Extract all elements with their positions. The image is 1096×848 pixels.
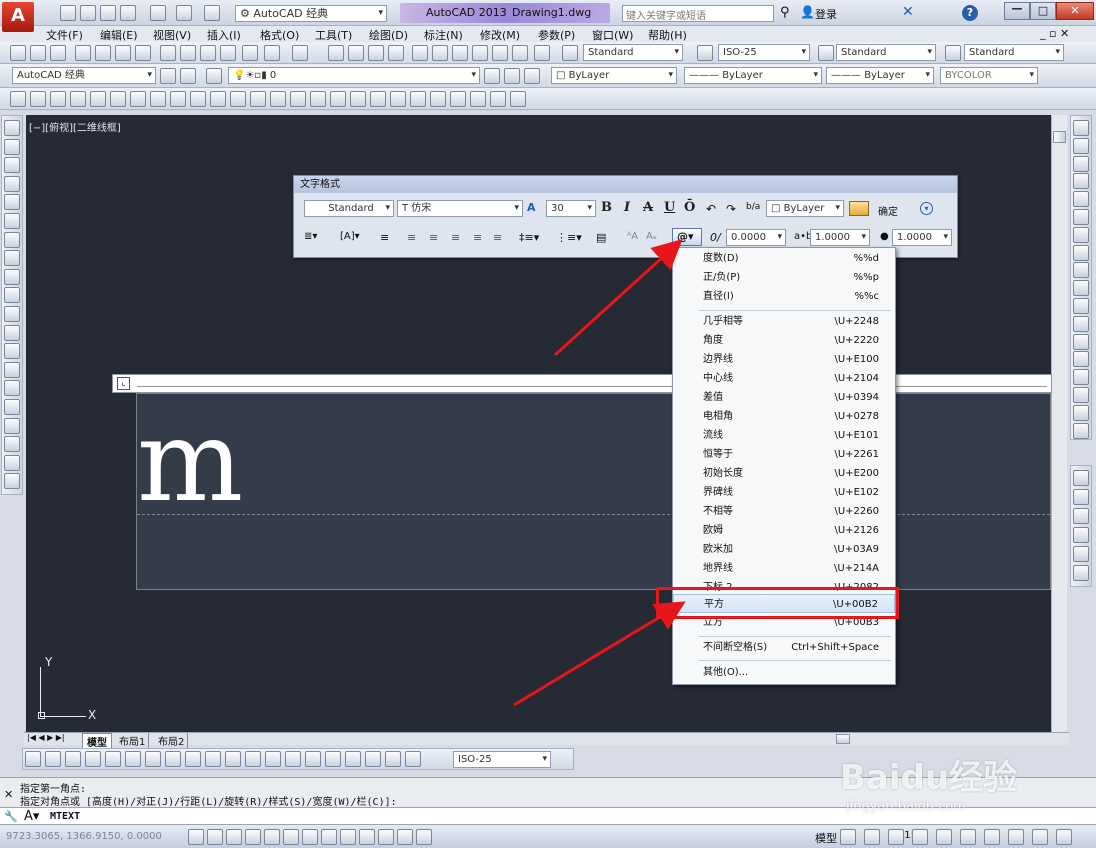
baseline-icon[interactable] [205, 751, 221, 767]
tolerance-icon[interactable] [285, 751, 301, 767]
selection-cycling-icon[interactable] [416, 829, 432, 845]
continue-icon[interactable] [225, 751, 241, 767]
ortho-icon[interactable] [226, 829, 242, 845]
quick-props-icon[interactable] [397, 829, 413, 845]
dyn-icon[interactable] [340, 829, 356, 845]
jogged-icon[interactable] [125, 751, 141, 767]
dim-edit-icon[interactable] [365, 751, 381, 767]
tab-layout1[interactable]: 布局1 [116, 733, 150, 748]
angular-icon[interactable] [165, 751, 181, 767]
3dosnap-icon[interactable] [283, 829, 299, 845]
baidu-watermark: Baidu经验 jingyan.baidu.com [840, 750, 1080, 820]
annotation-visibility-icon[interactable] [912, 829, 928, 845]
watermark-logo-text: Baidu经验 [840, 758, 1018, 798]
transparency-icon[interactable] [378, 829, 394, 845]
ordinate-icon[interactable] [85, 751, 101, 767]
jogged-linear-icon[interactable] [345, 751, 361, 767]
lineweight-icon[interactable] [359, 829, 375, 845]
isolate-icon[interactable] [1008, 829, 1024, 845]
polar-icon[interactable] [245, 829, 261, 845]
hardware-accel-icon[interactable] [1032, 829, 1048, 845]
tab-nav-arrows[interactable]: |◀ ◀ ▶ ▶| [27, 733, 65, 742]
tab-layout2[interactable]: 布局2 [155, 733, 189, 748]
lock-ui-icon[interactable] [984, 829, 1000, 845]
command-line-2: 指定对角点或 [高度(H)/对正(J)/行距(L)/旋转(R)/样式(S)/宽度… [20, 797, 397, 808]
command-prompt-icon[interactable]: A▾ [24, 809, 39, 824]
dim-text-edit-icon[interactable] [385, 751, 401, 767]
quick-view-drawings-icon[interactable] [888, 829, 904, 845]
dim-style-bottom-combo[interactable]: ISO-25 [453, 751, 551, 768]
radius-icon[interactable] [105, 751, 121, 767]
diameter-icon[interactable] [145, 751, 161, 767]
dim-space-icon[interactable] [245, 751, 261, 767]
center-mark-icon[interactable] [305, 751, 321, 767]
snap-grid-icon[interactable] [188, 829, 204, 845]
layout-view-icon[interactable] [840, 829, 856, 845]
watermark-url: jingyan.baidu.com [846, 799, 966, 814]
autocad-window: A ⚙ AutoCAD 经典 AutoCAD 2013 Drawing1.dwg… [0, 0, 1096, 848]
wrench-icon[interactable]: 🔧 [4, 810, 18, 823]
dim-update-icon[interactable] [405, 751, 421, 767]
ducs-icon[interactable] [321, 829, 337, 845]
workspace-switch-icon[interactable] [960, 829, 976, 845]
auto-scale-icon[interactable] [936, 829, 952, 845]
arc-length-icon[interactable] [65, 751, 81, 767]
quick-view-icon[interactable] [864, 829, 880, 845]
otrack-icon[interactable] [302, 829, 318, 845]
arrow-to-squared-item [513, 601, 686, 707]
aligned-dim-icon[interactable] [45, 751, 61, 767]
layout-tab-bar: |◀ ◀ ▶ ▶| 模型 布局1 布局2 [24, 732, 1069, 750]
grid-icon[interactable] [207, 829, 223, 845]
inspect-icon[interactable] [325, 751, 341, 767]
autocad-logo-icon[interactable]: A [2, 2, 34, 32]
dimension-toolbar: ISO-25 [22, 748, 574, 770]
status-bar: 9723.3065, 1366.9150, 0.0000 模型 ⅄ 1:1▾ [0, 825, 1096, 848]
dim-break-icon[interactable] [265, 751, 281, 767]
status-model[interactable]: 模型 [815, 830, 837, 846]
command-close-icon[interactable]: ✕ [4, 788, 13, 801]
quick-dim-icon[interactable] [185, 751, 201, 767]
osnap-icon[interactable] [264, 829, 280, 845]
coordinates[interactable]: 9723.3065, 1366.9150, 0.0000 [6, 831, 162, 842]
command-input[interactable]: MTEXT [50, 811, 80, 822]
annotation-arrows [513, 238, 686, 707]
linear-dim-icon[interactable] [25, 751, 41, 767]
hscroll-thumb[interactable] [836, 734, 850, 744]
arrow-to-symbol-button [553, 238, 683, 357]
clean-screen-icon[interactable] [1056, 829, 1072, 845]
